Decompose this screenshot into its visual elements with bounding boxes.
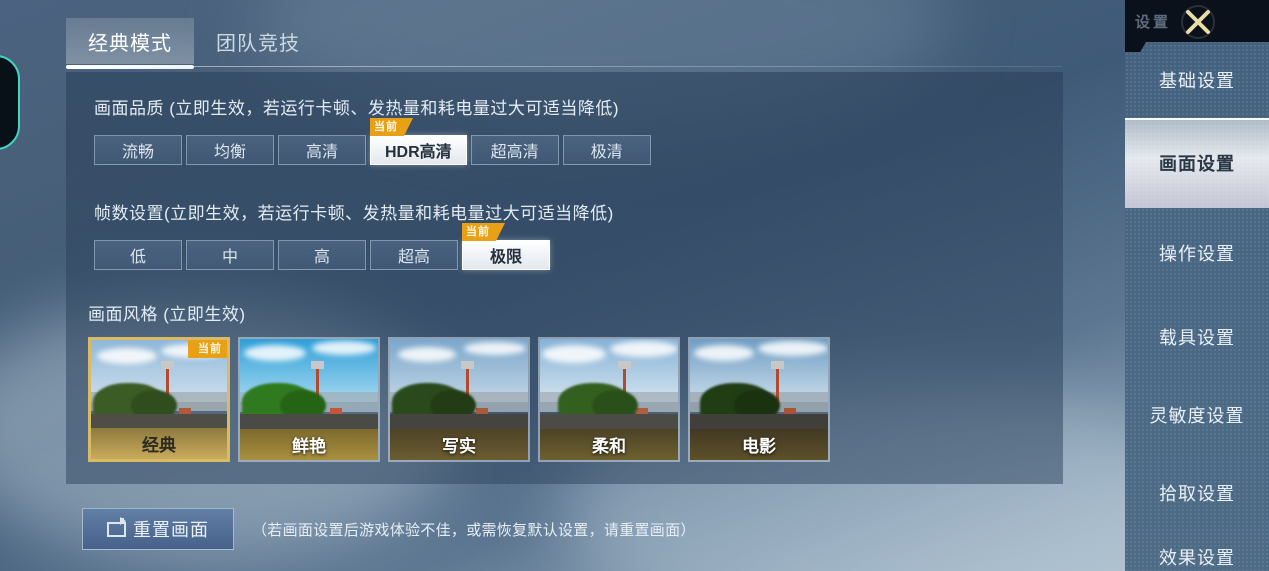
reset-graphics-button[interactable]: 重置画面 <box>82 508 234 550</box>
style-option-classic[interactable]: 当前 经典 <box>88 337 230 462</box>
tab-classic-mode-label: 经典模式 <box>88 32 172 55</box>
framerate-title: 帧数设置(立即生效，若运行卡顿、发热量和耗电量过大可适当降低) <box>94 204 614 223</box>
graphics-quality-options: 流畅 均衡 高清 当前 HDR高清 超高清 极清 <box>94 118 1063 165</box>
tab-team-deathmatch[interactable]: 团队竞技 <box>194 18 322 64</box>
sidebar-item-graphics[interactable]: 画面设置 <box>1125 118 1269 208</box>
tabs-divider <box>66 66 1062 67</box>
sidebar-item-graphics-label: 画面设置 <box>1159 154 1235 174</box>
quality-option-uhd[interactable]: 超高清 <box>470 135 559 165</box>
framerate-option-medium[interactable]: 中 <box>186 240 274 270</box>
thumb-road <box>540 414 678 429</box>
sidebar-header: 设置 <box>1125 0 1269 52</box>
thumb-road <box>390 414 528 429</box>
sidebar-item-basic-label: 基础设置 <box>1159 71 1235 91</box>
sidebar-title: 设置 <box>1135 13 1172 31</box>
close-icon <box>1181 5 1215 39</box>
framerate-option-medium-label: 中 <box>221 249 238 266</box>
thumb-road <box>240 414 378 429</box>
thumb-road <box>91 413 227 429</box>
thumb-road <box>690 414 828 429</box>
style-option-realistic-label: 写实 <box>442 437 476 456</box>
reset-bar: 重置画面 （若画面设置后游戏体验不佳，或需恢复默认设置，请重置画面） <box>82 508 696 550</box>
sidebar-item-effects[interactable]: 效果设置 <box>1125 532 1269 571</box>
framerate-options: 低 中 高 超高 当前 极限 <box>94 223 1063 270</box>
quality-option-balanced[interactable]: 均衡 <box>186 135 274 165</box>
sidebar-item-sensitivity[interactable]: 灵敏度设置 <box>1125 376 1269 454</box>
reset-graphics-button-label: 重置画面 <box>133 520 209 540</box>
style-option-realistic[interactable]: 写实 <box>388 337 530 462</box>
style-option-soft-label: 柔和 <box>592 437 626 456</box>
mode-tabs: 经典模式 团队竞技 <box>66 18 322 69</box>
style-option-vivid-label: 鲜艳 <box>292 437 326 456</box>
settings-scroll-area[interactable]: 画面品质 (立即生效，若运行卡顿、发热量和耗电量过大可适当降低) 流畅 均衡 高… <box>66 72 1063 484</box>
framerate-option-low[interactable]: 低 <box>94 240 182 270</box>
settings-sidebar: 设置 基础设置 画面设置 操作设置 载具设置 灵敏度设置 拾取设置 效果设置 <box>1125 0 1269 571</box>
style-option-vivid[interactable]: 鲜艳 <box>238 337 380 462</box>
sidebar-item-effects-label: 效果设置 <box>1159 548 1235 568</box>
style-option-cinematic[interactable]: 电影 <box>688 337 830 462</box>
floating-widget-edge[interactable] <box>0 55 20 150</box>
framerate-option-low-label: 低 <box>129 249 146 266</box>
style-option-cinematic-label: 电影 <box>742 437 776 456</box>
settings-main-panel: 经典模式 团队竞技 画面品质 (立即生效，若运行卡顿、发热量和耗电量过大可适当降… <box>0 0 1124 571</box>
sidebar-item-vehicle[interactable]: 载具设置 <box>1125 298 1269 376</box>
current-badge-quality: 当前 <box>370 118 413 136</box>
framerate-option-extreme-label: 极限 <box>489 249 522 266</box>
framerate-option-high-label: 高 <box>313 249 330 266</box>
quality-option-hdr-hd-label: HDR高清 <box>385 144 452 161</box>
current-badge-style: 当前 <box>188 340 227 358</box>
quality-option-hdr-hd[interactable]: 当前 HDR高清 <box>370 118 467 165</box>
sidebar-item-controls-label: 操作设置 <box>1159 244 1235 264</box>
quality-option-hd[interactable]: 高清 <box>278 135 366 165</box>
reset-icon <box>107 516 126 537</box>
style-option-classic-label: 经典 <box>142 436 176 455</box>
sidebar-item-basic[interactable]: 基础设置 <box>1125 42 1269 118</box>
framerate-option-ultra[interactable]: 超高 <box>370 240 458 270</box>
sidebar-item-pickup[interactable]: 拾取设置 <box>1125 454 1269 532</box>
sidebar-item-vehicle-label: 载具设置 <box>1159 328 1235 348</box>
style-title: 画面风格 (立即生效) <box>88 305 246 324</box>
framerate-option-ultra-label: 超高 <box>397 249 430 266</box>
tab-classic-mode[interactable]: 经典模式 <box>66 18 194 69</box>
quality-option-ultra[interactable]: 极清 <box>562 135 651 165</box>
sidebar-item-pickup-label: 拾取设置 <box>1159 484 1235 504</box>
style-option-soft[interactable]: 柔和 <box>538 337 680 462</box>
quality-option-smooth[interactable]: 流畅 <box>94 135 182 165</box>
quality-option-smooth-label: 流畅 <box>121 144 154 161</box>
current-badge-framerate: 当前 <box>462 223 505 241</box>
framerate-option-high[interactable]: 高 <box>278 240 366 270</box>
style-options: 当前 经典 鲜艳 写实 柔和 电影 <box>88 337 1063 462</box>
close-button[interactable] <box>1177 2 1219 42</box>
quality-option-balanced-label: 均衡 <box>213 144 246 161</box>
tab-team-deathmatch-label: 团队竞技 <box>216 32 300 55</box>
sidebar-item-controls[interactable]: 操作设置 <box>1125 208 1269 298</box>
quality-option-ultra-label: 极清 <box>590 144 623 161</box>
quality-option-hd-label: 高清 <box>305 144 338 161</box>
sidebar-item-sensitivity-label: 灵敏度设置 <box>1149 406 1245 426</box>
reset-hint-text: （若画面设置后游戏体验不佳，或需恢复默认设置，请重置画面） <box>252 521 696 539</box>
quality-option-uhd-label: 超高清 <box>490 144 539 161</box>
graphics-quality-title: 画面品质 (立即生效，若运行卡顿、发热量和耗电量过大可适当降低) <box>94 99 620 118</box>
framerate-option-extreme[interactable]: 当前 极限 <box>462 223 550 270</box>
